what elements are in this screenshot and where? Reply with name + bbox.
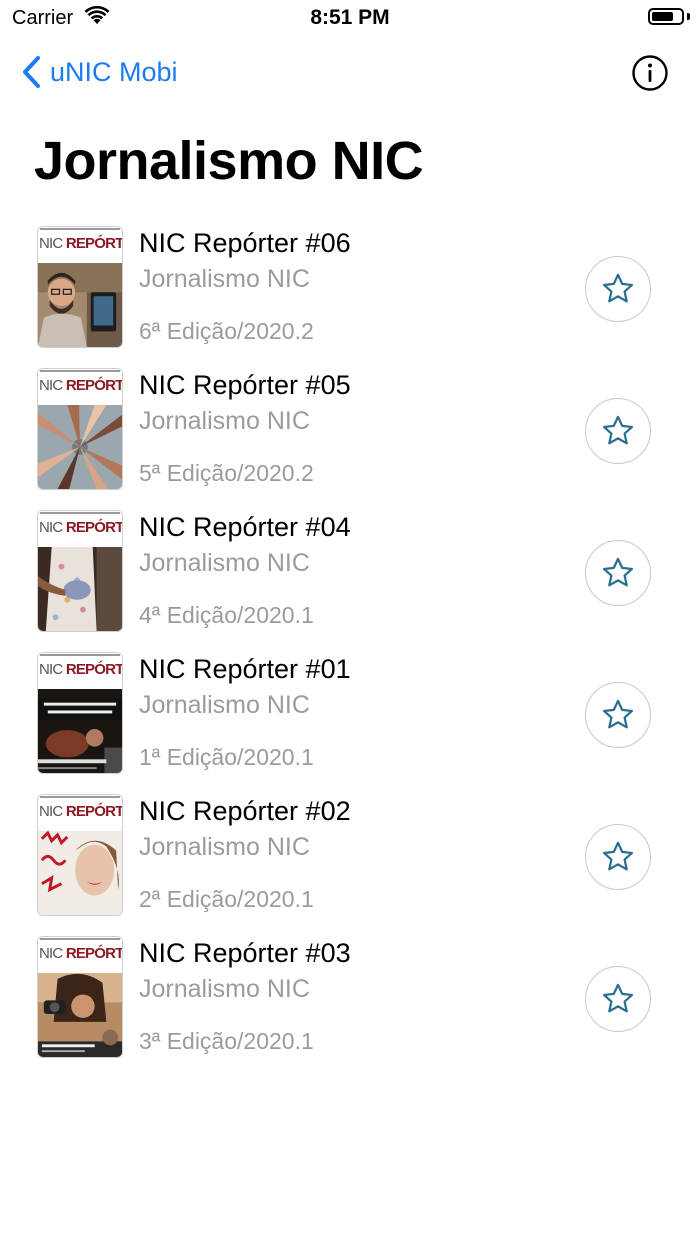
favorite-button[interactable] <box>585 398 651 464</box>
star-outline-icon <box>602 699 634 729</box>
favorite-button[interactable] <box>585 824 651 890</box>
navigation-bar: uNIC Mobi <box>0 44 700 100</box>
item-title: NIC Repórter #01 <box>139 654 351 684</box>
item-title: NIC Repórter #05 <box>139 370 351 400</box>
star-outline-icon <box>602 273 634 303</box>
item-subtitle: Jornalismo NIC <box>139 407 310 435</box>
page-title: Jornalismo NIC <box>34 131 424 191</box>
cover-logo: NIC REPÓRTER <box>39 661 123 678</box>
cover-thumbnail: NIC REPÓRTER <box>37 936 123 1058</box>
star-outline-icon <box>602 983 634 1013</box>
status-time: 8:51 PM <box>310 6 390 29</box>
star-outline-icon <box>602 841 634 871</box>
item-subtitle: Jornalismo NIC <box>139 549 310 577</box>
item-edition: 4ª Edição/2020.1 <box>139 602 314 628</box>
battery-icon <box>648 8 684 25</box>
cover-logo: NIC REPÓRTER <box>39 519 123 536</box>
favorite-button[interactable] <box>585 966 651 1032</box>
list-item[interactable]: NIC REPÓRTER NIC Repórter #01 Jornalismo… <box>0 652 700 794</box>
item-title: NIC Repórter #03 <box>139 938 351 968</box>
cover-logo: NIC REPÓRTER <box>39 377 123 394</box>
cover-thumbnail: NIC REPÓRTER <box>37 368 123 490</box>
battery-level-fill <box>652 12 673 21</box>
list-item[interactable]: NIC REPÓRTER NIC Repórter #05 Jornalismo… <box>0 368 700 510</box>
list-item[interactable]: NIC REPÓRTER NIC Repórter #04 Jornalismo… <box>0 510 700 652</box>
chevron-left-icon <box>23 56 40 88</box>
back-button-label: uNIC Mobi <box>50 56 178 87</box>
back-button[interactable]: uNIC Mobi <box>20 52 178 92</box>
issue-list: NIC REPÓRTER NIC Repórter #06 Jornalismo… <box>0 226 700 1078</box>
favorite-button[interactable] <box>585 682 651 748</box>
item-title: NIC Repórter #02 <box>139 796 351 826</box>
item-subtitle: Jornalismo NIC <box>139 265 310 293</box>
list-item[interactable]: NIC REPÓRTER NIC Repórter #02 Jornalismo… <box>0 794 700 936</box>
cover-logo: NIC REPÓRTER <box>39 235 123 252</box>
item-edition: 5ª Edição/2020.2 <box>139 460 314 486</box>
star-outline-icon <box>602 557 634 587</box>
battery-tip <box>687 13 690 20</box>
item-title: NIC Repórter #06 <box>139 228 351 258</box>
cover-logo: NIC REPÓRTER <box>39 945 123 962</box>
item-edition: 2ª Edição/2020.1 <box>139 886 314 912</box>
status-bar: Carrier 8:51 PM <box>0 0 700 36</box>
favorite-button[interactable] <box>585 256 651 322</box>
list-item[interactable]: NIC REPÓRTER NIC Repórter #03 Jornalismo… <box>0 936 700 1078</box>
item-title: NIC Repórter #04 <box>139 512 351 542</box>
item-subtitle: Jornalismo NIC <box>139 975 310 1003</box>
item-edition: 1ª Edição/2020.1 <box>139 744 314 770</box>
list-item[interactable]: NIC REPÓRTER NIC Repórter #06 Jornalismo… <box>0 226 700 368</box>
cover-logo: NIC REPÓRTER <box>39 803 123 820</box>
cover-thumbnail: NIC REPÓRTER <box>37 652 123 774</box>
cover-thumbnail: NIC REPÓRTER <box>37 794 123 916</box>
item-subtitle: Jornalismo NIC <box>139 691 310 719</box>
item-edition: 3ª Edição/2020.1 <box>139 1028 314 1054</box>
cover-thumbnail: NIC REPÓRTER <box>37 510 123 632</box>
item-subtitle: Jornalismo NIC <box>139 833 310 861</box>
cover-thumbnail: NIC REPÓRTER <box>37 226 123 348</box>
star-outline-icon <box>602 415 634 445</box>
info-circle-icon[interactable] <box>632 55 668 91</box>
item-edition: 6ª Edição/2020.2 <box>139 318 314 344</box>
favorite-button[interactable] <box>585 540 651 606</box>
